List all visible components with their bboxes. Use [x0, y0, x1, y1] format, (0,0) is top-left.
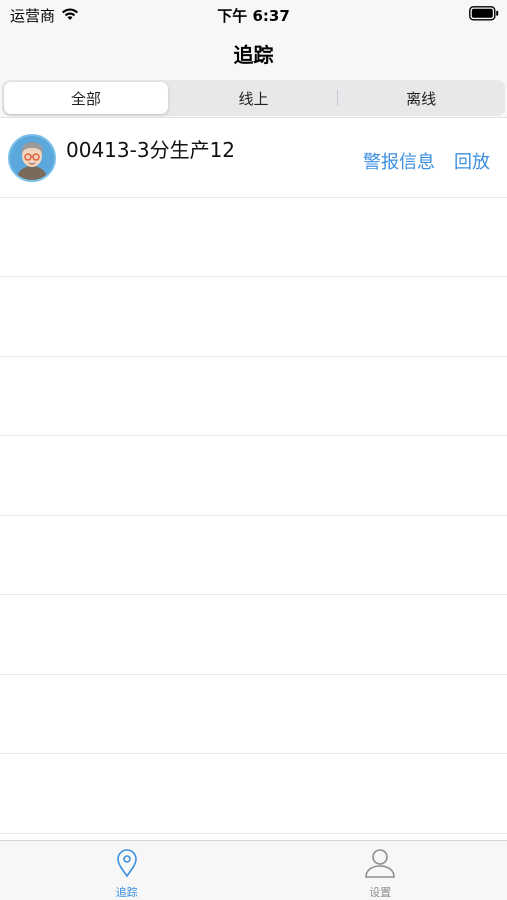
person-avatar-icon — [8, 134, 56, 182]
location-pin-icon — [116, 848, 138, 882]
empty-row — [0, 595, 507, 675]
navigation-bar: 追踪 — [0, 28, 507, 78]
alarm-info-button[interactable]: 警报信息 — [363, 148, 435, 174]
empty-row — [0, 515, 507, 595]
page-title: 追踪 — [233, 42, 274, 67]
segment-all[interactable]: 全部 — [4, 82, 168, 114]
tab-settings-label: 设置 — [369, 886, 392, 899]
battery-icon — [469, 6, 499, 25]
segmented-control: 全部 线上 离线 — [2, 80, 505, 116]
tab-tracking[interactable]: 追踪 — [0, 841, 254, 900]
segment-offline[interactable]: 离线 — [337, 82, 503, 114]
empty-row — [0, 754, 507, 834]
tab-tracking-label: 追踪 — [115, 886, 138, 899]
device-row[interactable]: 00413-3分生产12 警报信息 回放 — [0, 118, 507, 198]
empty-row — [0, 436, 507, 516]
empty-row — [0, 356, 507, 436]
segmented-control-container: 全部 线上 离线 — [0, 78, 507, 118]
playback-button[interactable]: 回放 — [454, 148, 490, 174]
person-icon — [363, 848, 397, 882]
tab-settings[interactable]: 设置 — [254, 841, 507, 900]
segment-online[interactable]: 线上 — [172, 82, 336, 114]
status-bar: 运营商 下午 6:37 — [0, 0, 507, 28]
tab-bar: 追踪 设置 — [0, 840, 507, 900]
empty-row — [0, 197, 507, 277]
status-time: 下午 6:37 — [217, 7, 290, 25]
empty-row — [0, 277, 507, 357]
empty-row — [0, 674, 507, 754]
device-name: 00413-3分生产12 — [66, 138, 236, 162]
device-list: 00413-3分生产12 警报信息 回放 — [0, 118, 507, 834]
